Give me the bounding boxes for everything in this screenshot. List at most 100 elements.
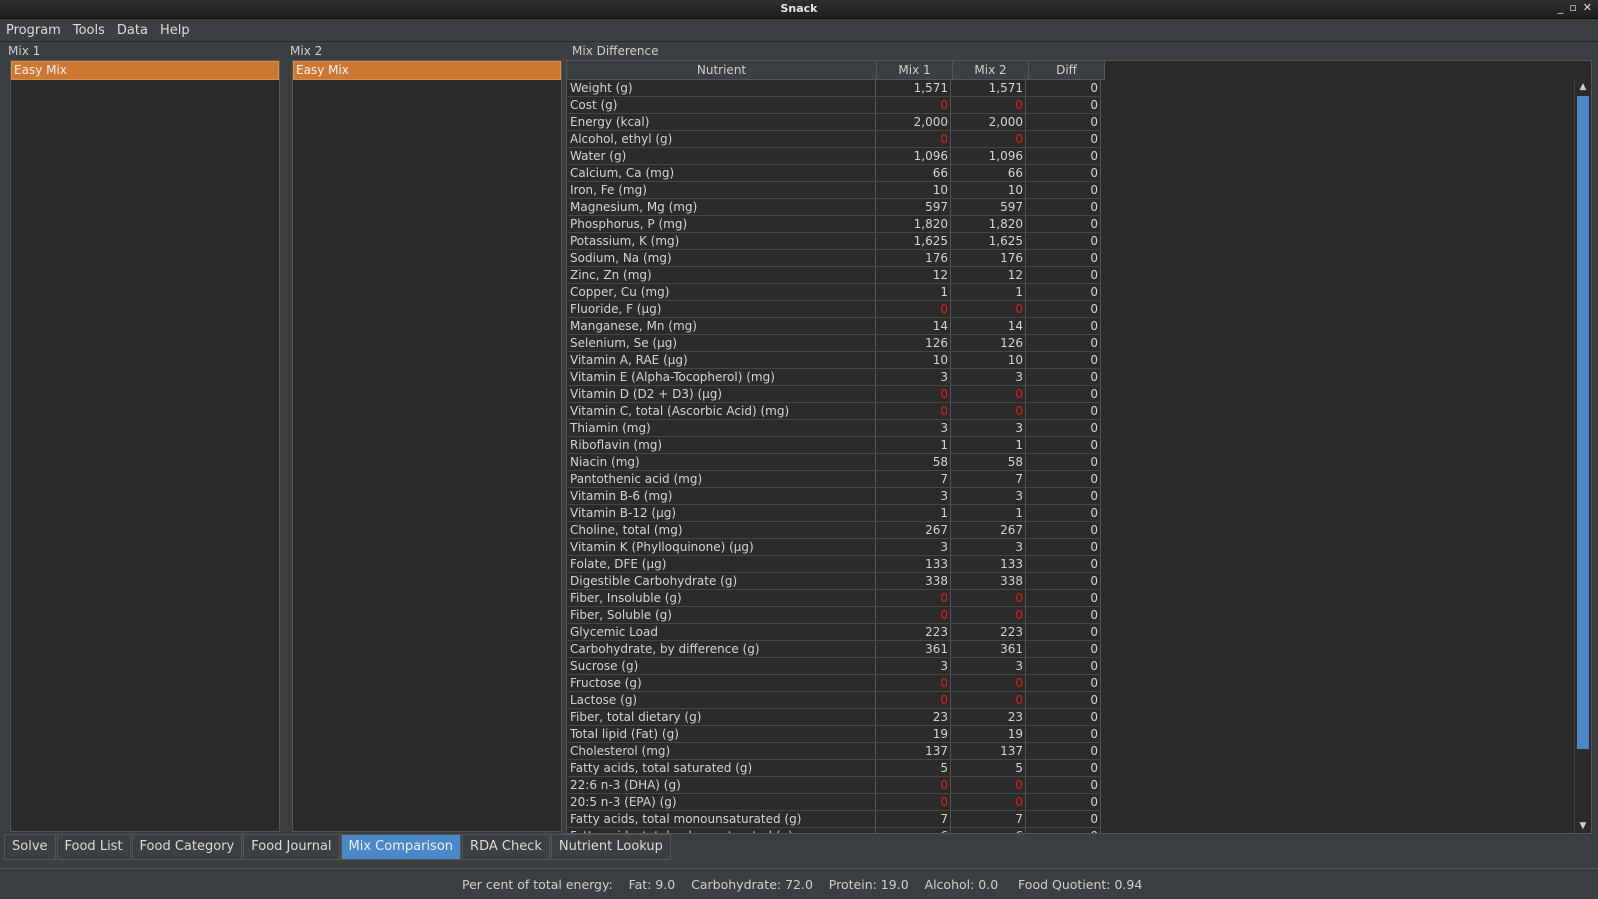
- tab-solve[interactable]: Solve: [4, 834, 56, 860]
- table-row[interactable]: Carbohydrate, by difference (g) 361 361 0: [567, 641, 1101, 658]
- table-row[interactable]: Energy (kcal) 2,000 2,000 0: [567, 114, 1101, 131]
- tab-food-journal[interactable]: Food Journal: [243, 834, 340, 860]
- cell-mix2: 0: [951, 794, 1026, 810]
- table-row[interactable]: Digestible Carbohydrate (g) 338 338 0: [567, 573, 1101, 590]
- cell-diff: 0: [1026, 624, 1101, 640]
- scroll-down-arrow-icon[interactable]: ▼: [1575, 819, 1591, 833]
- table-row[interactable]: Vitamin K (Phylloquinone) (µg) 3 3 0: [567, 539, 1101, 556]
- cell-nutrient: Fluoride, F (µg): [567, 301, 876, 317]
- table-row[interactable]: Potassium, K (mg) 1,625 1,625 0: [567, 233, 1101, 250]
- table-row[interactable]: Total lipid (Fat) (g) 19 19 0: [567, 726, 1101, 743]
- table-row[interactable]: Fiber, Insoluble (g) 0 0 0: [567, 590, 1101, 607]
- table-row[interactable]: Fluoride, F (µg) 0 0 0: [567, 301, 1101, 318]
- cell-mix1: 0: [876, 590, 951, 606]
- table-row[interactable]: Lactose (g) 0 0 0: [567, 692, 1101, 709]
- table-row[interactable]: Vitamin A, RAE (µg) 10 10 0: [567, 352, 1101, 369]
- cell-mix1: 7: [876, 471, 951, 487]
- vertical-scrollbar[interactable]: ▲ ▼: [1574, 80, 1591, 833]
- table-row[interactable]: Cholesterol (mg) 137 137 0: [567, 743, 1101, 760]
- cell-mix1: 1,820: [876, 216, 951, 232]
- table-row[interactable]: Choline, total (mg) 267 267 0: [567, 522, 1101, 539]
- cell-mix1: 3: [876, 369, 951, 385]
- table-row[interactable]: Niacin (mg) 58 58 0: [567, 454, 1101, 471]
- table-row[interactable]: Fiber, Soluble (g) 0 0 0: [567, 607, 1101, 624]
- table-row[interactable]: Water (g) 1,096 1,096 0: [567, 148, 1101, 165]
- table-row[interactable]: Fatty acids, total saturated (g) 5 5 0: [567, 760, 1101, 777]
- table-row[interactable]: Fatty acids, total monounsaturated (g) 7 7…: [567, 811, 1101, 828]
- cell-mix1: 58: [876, 454, 951, 470]
- table-row[interactable]: Zinc, Zn (mg) 12 12 0: [567, 267, 1101, 284]
- tab-nutrient-lookup[interactable]: Nutrient Lookup: [550, 834, 671, 860]
- cell-nutrient: Energy (kcal): [567, 114, 876, 130]
- cell-mix2: 19: [951, 726, 1026, 742]
- cell-nutrient: Copper, Cu (mg): [567, 284, 876, 300]
- table-row[interactable]: Magnesium, Mg (mg) 597 597 0: [567, 199, 1101, 216]
- cell-mix2: 14: [951, 318, 1026, 334]
- table-row[interactable]: 22:6 n-3 (DHA) (g) 0 0 0: [567, 777, 1101, 794]
- cell-diff: 0: [1026, 607, 1101, 623]
- table-row[interactable]: Calcium, Ca (mg) 66 66 0: [567, 165, 1101, 182]
- cell-mix1: 19: [876, 726, 951, 742]
- tab-mix-comparison[interactable]: Mix Comparison: [340, 834, 462, 860]
- mix1-list[interactable]: Easy Mix: [10, 60, 280, 832]
- table-row[interactable]: Pantothenic acid (mg) 7 7 0: [567, 471, 1101, 488]
- mix2-list[interactable]: Easy Mix: [292, 60, 562, 832]
- table-row[interactable]: Sucrose (g) 3 3 0: [567, 658, 1101, 675]
- table-row[interactable]: Sodium, Na (mg) 176 176 0: [567, 250, 1101, 267]
- menu-data[interactable]: Data: [111, 23, 154, 38]
- table-row[interactable]: Fiber, total dietary (g) 23 23 0: [567, 709, 1101, 726]
- table-row[interactable]: Vitamin B-6 (mg) 3 3 0: [567, 488, 1101, 505]
- table-row[interactable]: Vitamin E (Alpha-Tocopherol) (mg) 3 3 0: [567, 369, 1101, 386]
- table-row[interactable]: Iron, Fe (mg) 10 10 0: [567, 182, 1101, 199]
- cell-diff: 0: [1026, 675, 1101, 691]
- cell-nutrient: Weight (g): [567, 80, 876, 96]
- maximize-icon[interactable]: ▫: [1569, 1, 1576, 14]
- table-row[interactable]: Alcohol, ethyl (g) 0 0 0: [567, 131, 1101, 148]
- table-row[interactable]: Cost (g) 0 0 0: [567, 97, 1101, 114]
- close-icon[interactable]: ✕: [1583, 1, 1592, 14]
- table-row[interactable]: 20:5 n-3 (EPA) (g) 0 0 0: [567, 794, 1101, 811]
- tab-food-list[interactable]: Food List: [56, 834, 131, 860]
- cell-diff: 0: [1026, 165, 1101, 181]
- cell-diff: 0: [1026, 437, 1101, 453]
- cell-nutrient: Cholesterol (mg): [567, 743, 876, 759]
- scrollbar-thumb[interactable]: [1577, 96, 1589, 749]
- cell-mix1: 1,096: [876, 148, 951, 164]
- table-row[interactable]: Selenium, Se (µg) 126 126 0: [567, 335, 1101, 352]
- table-row[interactable]: Vitamin B-12 (µg) 1 1 0: [567, 505, 1101, 522]
- tab-food-category[interactable]: Food Category: [131, 834, 243, 860]
- mix-difference-title: Mix Difference: [572, 44, 659, 58]
- cell-diff: 0: [1026, 131, 1101, 147]
- cell-diff: 0: [1026, 335, 1101, 351]
- table-row[interactable]: Fructose (g) 0 0 0: [567, 675, 1101, 692]
- table-row[interactable]: Phosphorus, P (mg) 1,820 1,820 0: [567, 216, 1101, 233]
- column-header-mix2[interactable]: Mix 2: [953, 61, 1029, 79]
- column-header-nutrient[interactable]: Nutrient: [567, 61, 877, 79]
- table-row[interactable]: Riboflavin (mg) 1 1 0: [567, 437, 1101, 454]
- tab-rda-check[interactable]: RDA Check: [462, 834, 550, 860]
- cell-mix1: 267: [876, 522, 951, 538]
- table-row[interactable]: Folate, DFE (µg) 133 133 0: [567, 556, 1101, 573]
- table-row[interactable]: Thiamin (mg) 3 3 0: [567, 420, 1101, 437]
- menu-help[interactable]: Help: [154, 23, 196, 38]
- column-header-mix1[interactable]: Mix 1: [877, 61, 953, 79]
- column-header-diff[interactable]: Diff: [1029, 61, 1105, 79]
- cell-mix2: 5: [951, 760, 1026, 776]
- mix2-item[interactable]: Easy Mix: [293, 61, 561, 80]
- cell-mix2: 338: [951, 573, 1026, 589]
- table-row[interactable]: Weight (g) 1,571 1,571 0: [567, 80, 1101, 97]
- mix1-item[interactable]: Easy Mix: [11, 61, 279, 80]
- menu-program[interactable]: Program: [0, 23, 67, 38]
- table-row[interactable]: Manganese, Mn (mg) 14 14 0: [567, 318, 1101, 335]
- cell-mix1: 6: [876, 828, 951, 833]
- mix1-title: Mix 1: [8, 44, 41, 58]
- scroll-up-arrow-icon[interactable]: ▲: [1575, 80, 1591, 94]
- cell-mix1: 0: [876, 675, 951, 691]
- table-row[interactable]: Copper, Cu (mg) 1 1 0: [567, 284, 1101, 301]
- table-row[interactable]: Vitamin D (D2 + D3) (µg) 0 0 0: [567, 386, 1101, 403]
- cell-mix1: 12: [876, 267, 951, 283]
- menu-tools[interactable]: Tools: [67, 23, 111, 38]
- minimize-icon[interactable]: _: [1558, 1, 1564, 14]
- table-row[interactable]: Glycemic Load 223 223 0: [567, 624, 1101, 641]
- table-row[interactable]: Vitamin C, total (Ascorbic Acid) (mg) 0 0 0: [567, 403, 1101, 420]
